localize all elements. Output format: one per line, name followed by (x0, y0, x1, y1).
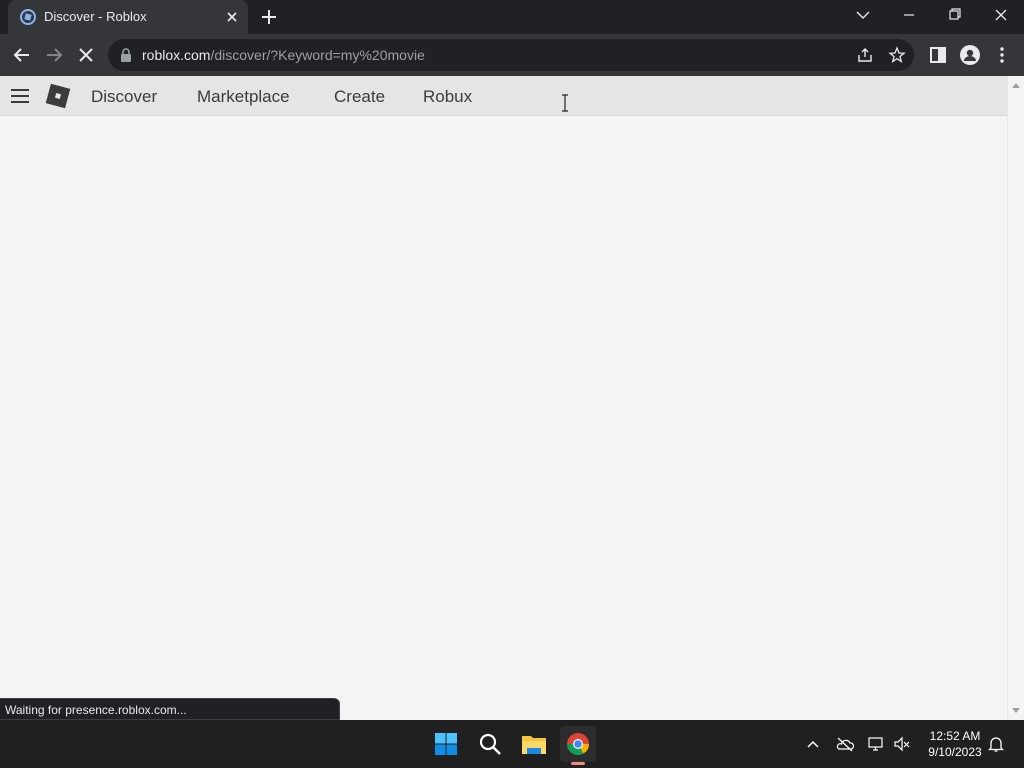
back-arrow-icon[interactable] (10, 43, 34, 67)
roblox-favicon-icon (20, 9, 36, 25)
active-app-indicator (571, 762, 585, 765)
chrome-icon[interactable] (560, 726, 596, 762)
text-cursor-icon (562, 94, 568, 112)
status-bubble: Waiting for presence.roblox.com... (0, 698, 340, 720)
file-explorer-icon[interactable] (516, 726, 552, 762)
url-text[interactable]: roblox.com/discover/?Keyword=my%20movie (142, 47, 425, 63)
roblox-header: Discover Marketplace Create Robux (0, 76, 1007, 116)
close-window-icon[interactable] (978, 0, 1024, 30)
status-text: Waiting for presence.roblox.com... (5, 703, 187, 717)
restore-icon[interactable] (932, 0, 978, 30)
tab-title: Discover - Roblox (44, 9, 147, 24)
chevron-up-icon[interactable] (803, 734, 823, 754)
nav-marketplace[interactable]: Marketplace (197, 87, 290, 107)
scroll-down-arrow-icon[interactable] (1012, 708, 1020, 714)
notification-bell-icon[interactable] (986, 734, 1006, 754)
nav-discover[interactable]: Discover (91, 87, 157, 107)
browser-toolbar: roblox.com/discover/?Keyword=my%20movie (0, 34, 1024, 76)
windows-start-icon[interactable] (428, 726, 464, 762)
hamburger-menu-icon[interactable] (10, 87, 30, 105)
nav-create[interactable]: Create (334, 87, 385, 107)
nav-robux[interactable]: Robux (423, 87, 472, 107)
roblox-logo-icon[interactable] (43, 81, 73, 111)
stop-loading-icon[interactable] (74, 43, 98, 67)
page-viewport: Discover Marketplace Create Robux Waitin… (0, 76, 1024, 720)
url-host: roblox.com (142, 47, 211, 63)
lock-icon[interactable] (120, 48, 132, 62)
windows-taskbar: 12:52 AM 9/10/2023 (0, 720, 1024, 768)
clock-date: 9/10/2023 (928, 745, 982, 759)
share-icon[interactable] (856, 46, 874, 64)
browser-tab[interactable]: Discover - Roblox (8, 0, 248, 34)
new-tab-icon[interactable] (258, 6, 280, 28)
forward-arrow-icon[interactable] (42, 43, 66, 67)
profile-icon[interactable] (958, 43, 982, 67)
more-menu-icon[interactable] (990, 43, 1014, 67)
volume-muted-icon[interactable] (892, 734, 912, 754)
page-scrollbar[interactable] (1007, 76, 1024, 720)
address-bar[interactable]: roblox.com/discover/?Keyword=my%20movie (108, 39, 914, 71)
close-tab-icon[interactable] (224, 9, 240, 25)
system-clock[interactable]: 12:52 AM 9/10/2023 (920, 728, 990, 760)
scroll-up-arrow-icon[interactable] (1012, 82, 1020, 88)
onedrive-offline-icon[interactable] (835, 734, 855, 754)
side-panel-icon[interactable] (926, 43, 950, 67)
screen: Discover - Roblox roblox.com/discover/?K… (0, 0, 1024, 768)
minimize-icon[interactable] (886, 0, 932, 30)
tab-search-icon[interactable] (840, 0, 886, 30)
search-icon[interactable] (472, 726, 508, 762)
bookmark-star-icon[interactable] (888, 46, 906, 64)
url-path: /discover/?Keyword=my%20movie (210, 47, 425, 63)
network-icon[interactable] (866, 734, 886, 754)
clock-time: 12:52 AM (929, 729, 981, 743)
browser-tab-strip: Discover - Roblox (0, 0, 1024, 34)
